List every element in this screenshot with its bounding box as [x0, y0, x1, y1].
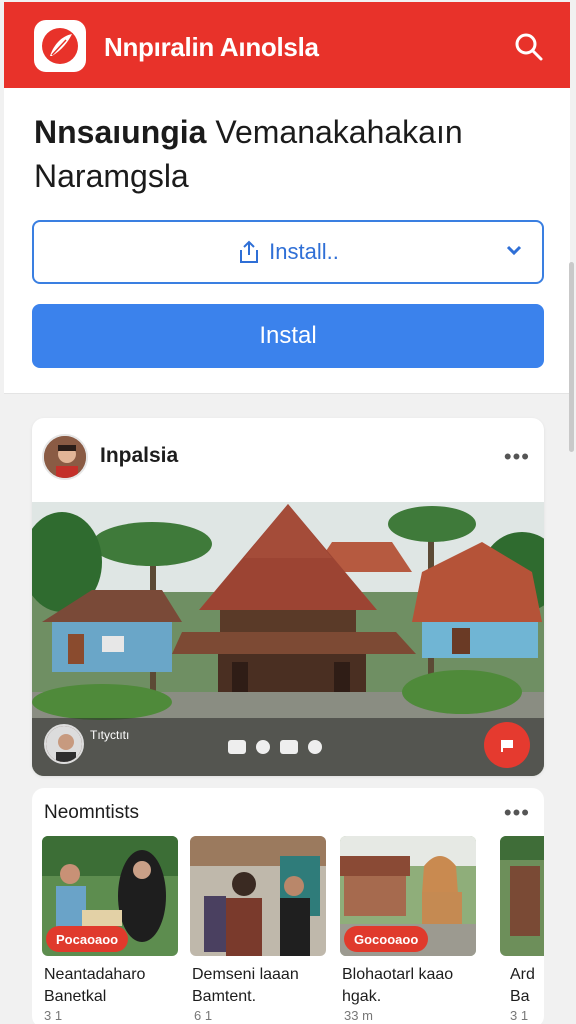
item-photo: [190, 836, 326, 956]
feather-logo-icon: [42, 28, 78, 64]
item-title-line2: Banetkal: [44, 988, 107, 1005]
item-title[interactable]: Neantadaharo Banetkal: [44, 964, 184, 1008]
chevron-down-icon: [506, 245, 522, 256]
share-upload-icon: [240, 240, 259, 263]
item-badge: Pocaoaoo: [46, 926, 129, 952]
record-dot-icon[interactable]: [256, 740, 270, 754]
video-controls: [228, 740, 322, 754]
item-title[interactable]: Blohaotarl kaao hgak.: [342, 964, 482, 1008]
install-button[interactable]: Instal: [32, 304, 544, 368]
app-title: Nnpıralin Aınolsla: [104, 32, 319, 62]
item-meta: 6 1: [194, 1008, 213, 1023]
video-author-avatar[interactable]: [44, 724, 84, 764]
item-title-line1: Neantadaharo: [44, 966, 146, 983]
avatar[interactable]: [42, 434, 88, 480]
camera-icon[interactable]: [228, 740, 246, 754]
person-avatar-icon: [46, 726, 82, 762]
post-card: Inpalsia ••• Tıtyctıtı: [32, 418, 544, 776]
page-title: Nnsaıungia Vemanakahakaın Naramgsla: [34, 110, 534, 198]
search-button[interactable]: [512, 30, 546, 64]
item-meta: 33 m: [344, 1008, 373, 1023]
item-thumbnail[interactable]: [190, 836, 326, 956]
person-avatar-icon: [44, 436, 86, 478]
item-badge: Gocooaoo: [344, 926, 429, 952]
item-meta: 3 1: [44, 1008, 63, 1023]
item-meta: 3 1: [510, 1008, 529, 1023]
item-title-line2: hgak.: [342, 988, 382, 1005]
item-thumbnail[interactable]: [500, 836, 544, 956]
post-more-button[interactable]: •••: [504, 444, 530, 470]
page-title-bold: Nnsaıungia: [34, 114, 207, 150]
item-photo: [500, 836, 544, 956]
app-logo[interactable]: [34, 20, 86, 72]
recommendations-section: Neomntists ••• Pocaoaoo Neantadaharo Ban…: [32, 788, 544, 1024]
flag-action-button[interactable]: [484, 722, 530, 768]
flag-icon: [501, 740, 513, 752]
app-header: Nnpıralin Aınolsla: [4, 2, 570, 88]
post-author[interactable]: Inpalsia: [100, 444, 178, 468]
whatsapp-icon[interactable]: [308, 740, 322, 754]
install-dropdown-button[interactable]: Install..: [32, 220, 544, 284]
video-author-name: Tıtyctıtı: [90, 728, 130, 742]
search-icon: [515, 33, 543, 61]
item-title[interactable]: Demseni laaan Bamtent.: [192, 964, 332, 1008]
item-title[interactable]: Ard Ba: [510, 964, 544, 1008]
item-title-line1: Ard: [510, 966, 535, 983]
item-title-line1: Demseni laaan: [192, 966, 299, 983]
section-title: Neomntists: [44, 802, 140, 823]
install-panel: Nnsaıungia Vemanakahakaın Naramgsla Inst…: [4, 88, 570, 394]
item-title-line1: Blohaotarl kaao: [342, 966, 454, 983]
post-header: Inpalsia •••: [32, 418, 544, 502]
scrollbar[interactable]: [569, 262, 574, 452]
item-thumbnail[interactable]: Pocaoaoo: [42, 836, 178, 956]
item-title-line2: Bamtent.: [192, 988, 257, 1005]
message-icon[interactable]: [280, 740, 298, 754]
install-dropdown-label: Install..: [269, 239, 339, 264]
section-more-button[interactable]: •••: [504, 800, 530, 826]
video-overlay-bar: Tıtyctıtı: [32, 718, 544, 776]
item-thumbnail[interactable]: Gocooaoo: [340, 836, 476, 956]
item-title-line2: Ba: [510, 988, 530, 1005]
